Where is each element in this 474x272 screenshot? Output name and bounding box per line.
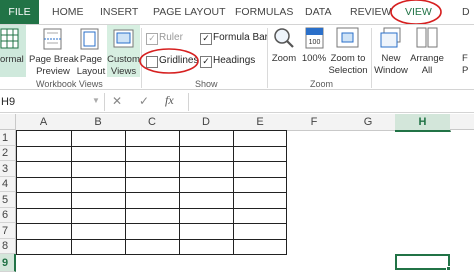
formula-bar-checkbox[interactable]: ✓	[200, 33, 212, 45]
tab-formulas[interactable]: FORMULAS	[235, 0, 293, 24]
page-layout-label-1[interactable]: Page	[76, 54, 106, 66]
enter-icon[interactable]: ✓	[139, 94, 149, 108]
arrange-all-label-2[interactable]: All	[408, 65, 446, 77]
new-window-label-1[interactable]: New	[372, 53, 410, 65]
new-window-label-2[interactable]: Window	[372, 65, 410, 77]
zoom-group-label: Zoom	[310, 79, 334, 89]
column-header-b[interactable]: B	[71, 114, 126, 131]
row-header-7[interactable]: 7	[0, 223, 16, 239]
formula-input[interactable]	[188, 93, 474, 111]
bordered-table[interactable]	[16, 130, 288, 256]
page-layout-label-2[interactable]: Layout	[76, 66, 106, 78]
zoom-selection-label-1[interactable]: Zoom to	[326, 53, 370, 65]
tab-home[interactable]: HOME	[52, 0, 84, 24]
row-header-9[interactable]: 9	[0, 254, 16, 272]
worksheet-grid[interactable]: A B C D E F G H 1 2 3 4 5 6 7 8 9	[0, 114, 474, 272]
select-all-corner[interactable]	[0, 114, 16, 130]
zoom-icon	[274, 28, 294, 48]
column-header-overflow	[450, 114, 474, 130]
hundred-percent-icon: 100	[305, 27, 324, 49]
column-header-a[interactable]: A	[16, 114, 72, 131]
hundred-percent-label[interactable]: 100%	[299, 53, 329, 65]
row-header-2[interactable]: 2	[0, 146, 16, 161]
ruler-label: Ruler	[159, 32, 183, 43]
tab-review[interactable]: REVIEW	[350, 0, 391, 24]
column-header-f[interactable]: F	[287, 114, 342, 131]
tab-insert[interactable]: INSERT	[100, 0, 138, 24]
column-header-g[interactable]: G	[341, 114, 396, 131]
tab-file[interactable]: FILE	[0, 0, 39, 24]
custom-views-icon	[113, 29, 134, 48]
page-break-label-2[interactable]: Preview	[29, 66, 77, 78]
normal-view-icon	[0, 28, 19, 49]
custom-views-label-2: Views	[110, 66, 137, 77]
active-cell-h9[interactable]	[395, 254, 450, 270]
normal-view-label: ormal	[0, 54, 24, 65]
zoom-selection-label-2[interactable]: Selection	[326, 65, 370, 77]
show-group-label: Show	[195, 79, 218, 89]
zoom-button-label[interactable]: Zoom	[268, 53, 300, 65]
row-header-1[interactable]: 1	[0, 130, 16, 146]
svg-text:100: 100	[309, 39, 321, 46]
custom-views-label-1: Custom	[107, 54, 140, 65]
arrange-all-icon	[416, 27, 438, 48]
tab-data[interactable]: DATA	[305, 0, 331, 24]
name-box[interactable]: H9	[0, 93, 92, 111]
new-window-icon	[380, 27, 401, 48]
fill-handle[interactable]	[446, 266, 451, 271]
column-header-c[interactable]: C	[125, 114, 180, 131]
headings-checkbox[interactable]: ✓	[200, 56, 212, 68]
formula-bar-label: Formula Bar	[213, 32, 269, 43]
row-header-3[interactable]: 3	[0, 161, 16, 177]
freeze-panes-label-1[interactable]: F	[462, 53, 468, 65]
gridlines-annotation-circle	[139, 48, 199, 74]
page-break-icon	[43, 28, 62, 50]
cancel-icon[interactable]: ✕	[112, 94, 122, 108]
column-header-e[interactable]: E	[233, 114, 288, 131]
headings-label: Headings	[213, 55, 256, 66]
tab-page-layout[interactable]: PAGE LAYOUT	[153, 0, 226, 24]
arrange-all-label-1[interactable]: Arrange	[408, 53, 446, 65]
row-header-4[interactable]: 4	[0, 177, 16, 192]
row-header-8[interactable]: 8	[0, 239, 16, 254]
page-layout-icon	[80, 28, 99, 50]
page-break-label-1[interactable]: Page Break	[29, 54, 79, 66]
row-header-6[interactable]: 6	[0, 208, 16, 223]
tab-developer[interactable]: D	[462, 0, 470, 24]
column-header-d[interactable]: D	[179, 114, 234, 131]
row-header-5[interactable]: 5	[0, 192, 16, 208]
formula-bar-separator	[104, 93, 105, 111]
name-box-dropdown-icon[interactable]: ▼	[92, 96, 100, 105]
ruler-checkbox[interactable]: ✓	[146, 33, 158, 45]
workbook-views-group-label: Workbook Views	[36, 79, 103, 89]
freeze-panes-label-2[interactable]: P	[462, 65, 468, 77]
column-header-h[interactable]: H	[395, 114, 451, 132]
insert-function-icon[interactable]: fx	[165, 93, 174, 108]
zoom-selection-icon	[336, 27, 359, 48]
